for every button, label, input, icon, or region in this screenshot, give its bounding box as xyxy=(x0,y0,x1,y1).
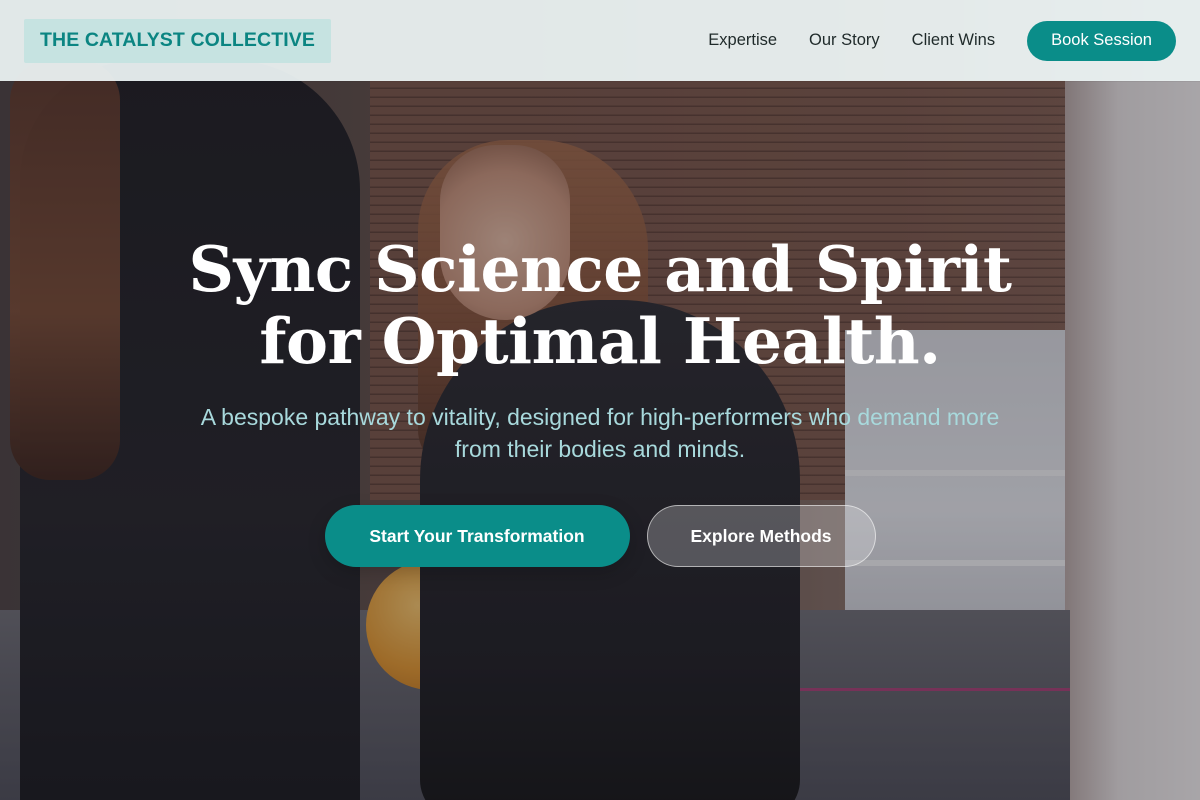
navbar: THE CATALYST COLLECTIVE Expertise Our St… xyxy=(0,0,1200,81)
hero-title: Sync Science and Spirit for Optimal Heal… xyxy=(0,233,1200,377)
nav-link-our-story[interactable]: Our Story xyxy=(809,31,880,50)
hero-section: Sync Science and Spirit for Optimal Heal… xyxy=(0,81,1200,800)
nav-link-expertise[interactable]: Expertise xyxy=(708,31,777,50)
start-transformation-button[interactable]: Start Your Transformation xyxy=(324,505,630,567)
hero-title-line-1: Sync Science and Spirit xyxy=(188,232,1012,306)
hero-title-line-2: for Optimal Health. xyxy=(259,304,941,378)
book-session-button[interactable]: Book Session xyxy=(1027,20,1176,61)
hero-buttons: Start Your Transformation Explore Method… xyxy=(0,505,1200,567)
nav-links: Expertise Our Story Client Wins xyxy=(708,31,995,50)
nav-link-client-wins[interactable]: Client Wins xyxy=(912,31,995,50)
hero-subtitle: A bespoke pathway to vitality, designed … xyxy=(200,404,1000,462)
brand-logo[interactable]: THE CATALYST COLLECTIVE xyxy=(24,18,331,63)
explore-methods-button[interactable]: Explore Methods xyxy=(646,505,876,567)
